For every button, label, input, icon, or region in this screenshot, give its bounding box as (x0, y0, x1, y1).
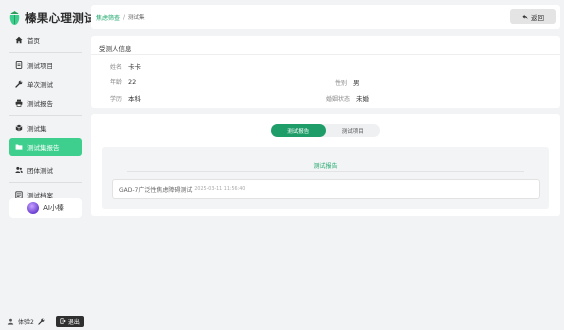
users-icon (15, 166, 23, 174)
report-tabs: 测试报告 测试项目 (271, 124, 380, 137)
home-icon (15, 36, 23, 44)
sidebar-item-test-sets[interactable]: 测试集 (9, 119, 82, 137)
sidebar-item-label: 团体测试 (27, 167, 53, 175)
ai-assistant-label: AI小榛 (43, 204, 64, 212)
subject-info-card: 受测人信息 姓名 卡卡 年龄 22 性别 男 学历 本科 婚姻状态 未婚 (91, 36, 560, 108)
name-label: 姓名 (110, 64, 123, 71)
sidebar-footer: 体验2 退出 (7, 315, 84, 327)
education-label: 学历 (110, 96, 123, 103)
ai-assistant-button[interactable]: AI小榛 (9, 198, 82, 218)
logout-label: 退出 (67, 318, 80, 326)
age-value: 22 (127, 78, 137, 86)
sidebar-item-home[interactable]: 首页 (9, 31, 82, 49)
report-panel: 测试报告 测试项目 测试报告 GAD-7广泛性焦虑障碍测试 2025-03-11… (91, 114, 560, 216)
wrench-icon (15, 80, 23, 88)
sidebar-item-test-set-reports[interactable]: 测试集报告 (9, 138, 82, 156)
logout-button[interactable]: 退出 (55, 315, 84, 327)
username: 体验2 (18, 318, 34, 326)
breadcrumb-separator: / (123, 13, 126, 21)
logo[interactable]: 榛果心理测试 (8, 8, 96, 28)
user-icon (7, 318, 14, 325)
sidebar-item-label: 测试报告 (27, 100, 53, 108)
name-row: 姓名 卡卡 (110, 61, 141, 71)
marital-row: 婚姻状态 未婚 (326, 93, 369, 103)
education-row: 学历 本科 (110, 93, 141, 103)
divider (127, 171, 524, 172)
divider (9, 115, 82, 116)
gender-row: 性别 男 (335, 77, 359, 87)
app-title: 榛果心理测试 (25, 11, 96, 25)
hazelnut-logo-icon (9, 11, 20, 25)
cube-icon (15, 124, 23, 132)
report-list-item[interactable]: GAD-7广泛性焦虑障碍测试 2025-03-11 11:56:40 (112, 179, 540, 199)
sidebar-item-single-test[interactable]: 单次测试 (9, 75, 82, 93)
sidebar-item-label: 首页 (27, 37, 40, 45)
logout-icon (60, 318, 66, 324)
back-arrow-icon (522, 14, 528, 19)
back-label: 返回 (531, 13, 544, 22)
document-icon (15, 61, 23, 69)
sidebar-item-test-reports[interactable]: 测试报告 (9, 94, 82, 112)
divider (9, 52, 82, 53)
sidebar-item-label: 测试集 (27, 125, 47, 133)
subject-info-title: 受测人信息 (99, 45, 132, 53)
back-button[interactable]: 返回 (510, 9, 556, 24)
name-value: 卡卡 (127, 63, 141, 71)
tab-test-projects[interactable]: 测试项目 (326, 124, 381, 137)
divider (9, 182, 82, 183)
marital-label: 婚姻状态 (326, 96, 351, 103)
sidebar-nav: 首页 测试项目 单次测试 测试报告 测试集 测试集报告 团体测试 测试档案 (9, 31, 82, 205)
folder-icon (15, 143, 23, 151)
marital-value: 未婚 (355, 95, 369, 103)
ai-avatar-icon (27, 202, 40, 214)
breadcrumb-link[interactable]: 焦虑筛查 (96, 13, 120, 22)
education-value: 本科 (127, 95, 141, 103)
app-root: 榛果心理测试 首页 测试项目 单次测试 测试报告 测试集 测试集报告 团体测试 … (0, 0, 564, 330)
sidebar-item-test-projects[interactable]: 测试项目 (9, 56, 82, 74)
report-heading: 测试报告 (313, 163, 338, 170)
tab-test-report[interactable]: 测试报告 (271, 124, 326, 137)
sidebar-item-label: 测试项目 (27, 62, 53, 70)
age-row: 年龄 22 (110, 77, 136, 86)
age-label: 年龄 (110, 79, 123, 86)
top-bar: 焦虑筛查 / 测试集 返回 (91, 5, 560, 29)
report-list-box: 测试报告 GAD-7广泛性焦虑障碍测试 2025-03-11 11:56:40 (102, 147, 549, 209)
report-time: 2025-03-11 11:56:40 (194, 186, 246, 192)
printer-icon (15, 99, 23, 107)
settings-wrench-icon[interactable] (38, 318, 45, 325)
gender-label: 性别 (335, 80, 348, 87)
sidebar-item-label: 单次测试 (27, 81, 53, 89)
sidebar-item-group-test[interactable]: 团体测试 (9, 161, 82, 179)
breadcrumb-current: 测试集 (128, 15, 145, 21)
sidebar-item-label: 测试集报告 (27, 144, 60, 152)
gender-value: 男 (352, 79, 360, 87)
sidebar: 榛果心理测试 首页 测试项目 单次测试 测试报告 测试集 测试集报告 团体测试 … (0, 0, 96, 330)
report-name: GAD-7广泛性焦虑障碍测试 (119, 186, 193, 194)
divider (91, 54, 560, 55)
